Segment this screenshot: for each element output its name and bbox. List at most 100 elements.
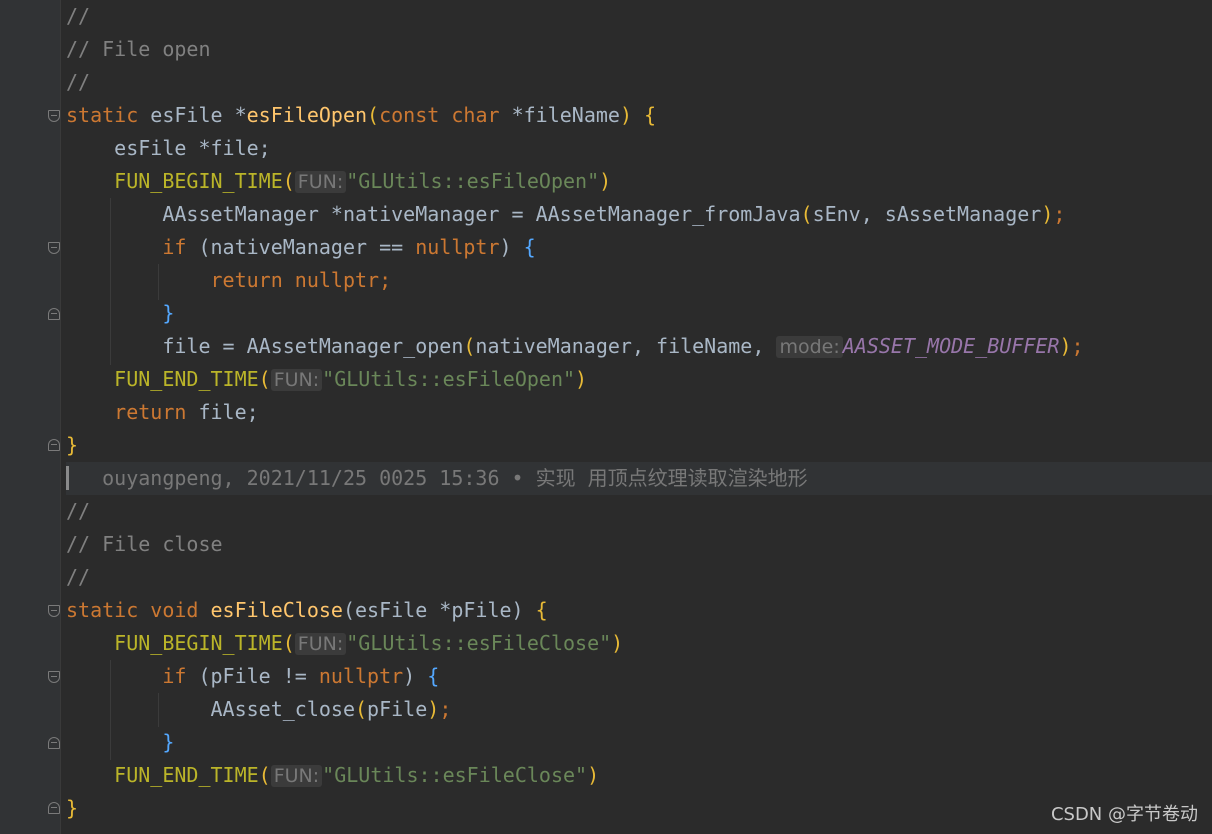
paren: ( bbox=[258, 763, 271, 787]
fold-collapse-icon[interactable] bbox=[48, 605, 60, 617]
editor-gutter bbox=[0, 0, 60, 834]
code-text: ) bbox=[403, 664, 428, 688]
paren: ( bbox=[355, 697, 368, 721]
keyword: static bbox=[66, 103, 139, 127]
code-line: // bbox=[66, 66, 1212, 99]
fold-collapse-icon[interactable] bbox=[48, 110, 60, 122]
keyword: char bbox=[451, 103, 500, 127]
fold-collapse-icon[interactable] bbox=[48, 671, 60, 683]
code-line: esFile *file; bbox=[66, 132, 1212, 165]
comment: // bbox=[66, 499, 91, 523]
code-line: AAsset_close(pFile); bbox=[66, 693, 1212, 726]
brace: } bbox=[66, 433, 79, 457]
parameter-hint: mode: bbox=[776, 336, 843, 358]
code-text: esFile *file; bbox=[114, 136, 271, 160]
code-line: AAssetManager *nativeManager = AAssetMan… bbox=[66, 198, 1212, 231]
semicolon: ; bbox=[379, 268, 392, 292]
keyword: static bbox=[66, 598, 139, 622]
code-line: return nullptr; bbox=[66, 264, 1212, 297]
string: "GLUtils::esFileClose" bbox=[322, 763, 588, 787]
keyword: nullptr bbox=[282, 268, 380, 292]
keyword: nullptr bbox=[415, 235, 500, 259]
gutter-divider bbox=[60, 0, 61, 834]
paren: ( bbox=[463, 334, 476, 358]
string: "GLUtils::esFileOpen" bbox=[346, 169, 600, 193]
code-line: if (nativeManager == nullptr) { bbox=[66, 231, 1212, 264]
code-editor[interactable]: // // File open // static esFile *esFile… bbox=[66, 0, 1212, 834]
fold-end-icon[interactable] bbox=[48, 737, 60, 749]
comment: // File close bbox=[66, 532, 223, 556]
code-text: ) bbox=[499, 235, 524, 259]
code-text: AAsset_close bbox=[210, 697, 356, 721]
code-line: return file; bbox=[66, 396, 1212, 429]
brace: } bbox=[162, 301, 175, 325]
git-blame-line[interactable]: ouyangpeng, 2021/11/25 0025 15:36 • 实现 用… bbox=[66, 462, 1212, 495]
brace: { bbox=[427, 664, 440, 688]
code-text: (pFile != bbox=[186, 664, 319, 688]
code-line: } bbox=[66, 297, 1212, 330]
code-line: } bbox=[66, 792, 1212, 825]
comment: // bbox=[66, 565, 91, 589]
code-text: esFile * bbox=[138, 103, 247, 127]
semicolon: ; bbox=[1071, 334, 1084, 358]
keyword: return bbox=[114, 400, 187, 424]
code-line: if (pFile != nullptr) { bbox=[66, 660, 1212, 693]
code-text: nativeManager, fileName, bbox=[475, 334, 777, 358]
keyword: const bbox=[379, 103, 440, 127]
paren: ) bbox=[1059, 334, 1072, 358]
paren: ( bbox=[282, 631, 295, 655]
code-line: file = AAssetManager_open(nativeManager,… bbox=[66, 330, 1212, 363]
comment: // bbox=[66, 4, 91, 28]
paren: ( bbox=[800, 202, 813, 226]
paren: ) bbox=[619, 103, 632, 127]
code-text: (nativeManager == bbox=[186, 235, 416, 259]
code-line: } bbox=[66, 726, 1212, 759]
brace: { bbox=[632, 103, 657, 127]
brace: { bbox=[523, 235, 536, 259]
code-line: // bbox=[66, 495, 1212, 528]
keyword: if bbox=[162, 235, 187, 259]
fold-collapse-icon[interactable] bbox=[48, 242, 60, 254]
brace: } bbox=[66, 796, 79, 820]
code-line: static void esFileClose(esFile *pFile) { bbox=[66, 594, 1212, 627]
string: "GLUtils::esFileClose" bbox=[346, 631, 612, 655]
fold-end-icon[interactable] bbox=[48, 802, 60, 814]
paren: ) bbox=[511, 598, 524, 622]
paren: ) bbox=[599, 169, 612, 193]
git-blame-annotation[interactable]: ouyangpeng, 2021/11/25 0025 15:36 • 实现 用… bbox=[102, 466, 808, 490]
code-line: FUN_BEGIN_TIME(FUN: "GLUtils::esFileOpen"… bbox=[66, 165, 1212, 198]
keyword: if bbox=[162, 664, 187, 688]
macro: FUN_END_TIME bbox=[114, 367, 259, 391]
code-line: // bbox=[66, 0, 1212, 33]
code-text: *fileName bbox=[499, 103, 620, 127]
macro: FUN_BEGIN_TIME bbox=[114, 631, 283, 655]
code-text: file; bbox=[186, 400, 259, 424]
macro: FUN_END_TIME bbox=[114, 763, 259, 787]
parameter-hint: FUN: bbox=[270, 765, 323, 787]
parameter-hint: FUN: bbox=[294, 633, 347, 655]
code-text: file = AAssetManager_open bbox=[162, 334, 464, 358]
fold-end-icon[interactable] bbox=[48, 439, 60, 451]
paren: ( bbox=[282, 169, 295, 193]
code-line: static esFile *esFileOpen(const char *fi… bbox=[66, 99, 1212, 132]
string: "GLUtils::esFileOpen" bbox=[322, 367, 576, 391]
git-blame-marker bbox=[66, 466, 69, 490]
constant: AASSET_MODE_BUFFER bbox=[842, 334, 1060, 358]
paren: ( bbox=[367, 103, 380, 127]
semicolon: ; bbox=[1053, 202, 1066, 226]
brace: { bbox=[523, 598, 548, 622]
paren: ( bbox=[258, 367, 271, 391]
code-text: AAssetManager *nativeManager = AAssetMan… bbox=[162, 202, 801, 226]
fold-end-icon[interactable] bbox=[48, 308, 60, 320]
code-text: sEnv, sAssetManager bbox=[812, 202, 1042, 226]
brace: } bbox=[162, 730, 175, 754]
code-line: // File close bbox=[66, 528, 1212, 561]
paren: ) bbox=[1041, 202, 1054, 226]
paren: ) bbox=[611, 631, 624, 655]
function-name: esFileClose bbox=[210, 598, 343, 622]
code-line: } bbox=[66, 429, 1212, 462]
paren: ) bbox=[587, 763, 600, 787]
code-line: // File open bbox=[66, 33, 1212, 66]
code-line: FUN_BEGIN_TIME(FUN: "GLUtils::esFileClose… bbox=[66, 627, 1212, 660]
code-text: pFile bbox=[367, 697, 428, 721]
